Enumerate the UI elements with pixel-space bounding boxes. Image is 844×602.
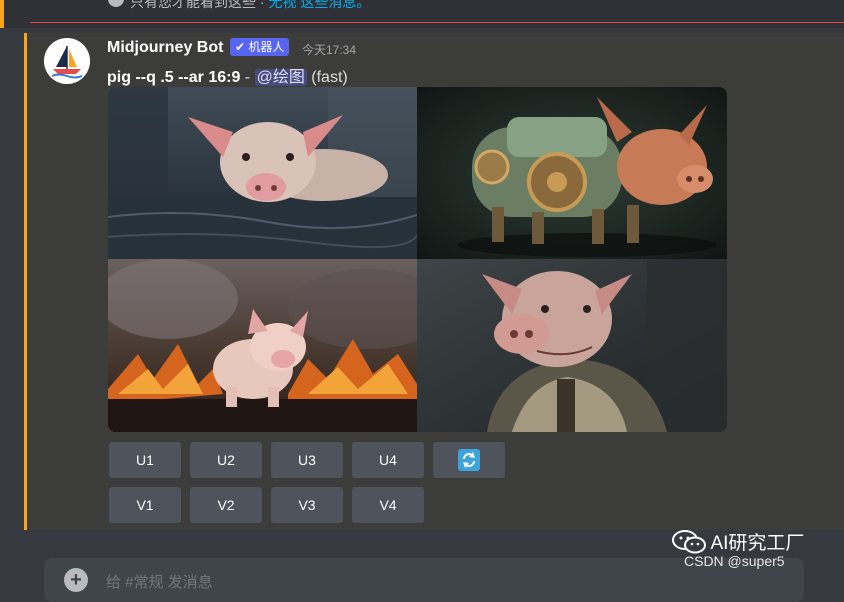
bot-avatar[interactable] — [44, 38, 90, 84]
eye-icon — [108, 0, 124, 7]
prompt-text: pig --q .5 --ar 16:9 — [107, 69, 241, 86]
bot-message: Midjourney Bot ✔ 机器人 今天17:34 pig --q .5 … — [24, 33, 844, 530]
message-timestamp: 今天17:34 — [302, 43, 357, 57]
u2-button[interactable]: U2 — [190, 442, 262, 478]
wechat-icon — [672, 529, 706, 553]
v1-button[interactable]: V1 — [109, 487, 181, 523]
u4-button[interactable]: U4 — [352, 442, 424, 478]
notice-accent-bar — [0, 0, 4, 28]
user-mention[interactable]: @绘图 — [254, 69, 307, 86]
notice-label: 只有您才能看到这些 · — [130, 0, 269, 10]
new-messages-divider — [30, 22, 844, 23]
u1-button[interactable]: U1 — [109, 442, 181, 478]
image-steampunk-pig[interactable] — [417, 87, 727, 259]
speed-label: (fast) — [306, 69, 348, 86]
image-pig-in-vest[interactable] — [417, 259, 727, 432]
bot-badge: ✔ 机器人 — [230, 38, 290, 56]
reroll-button[interactable] — [433, 442, 505, 478]
ephemeral-notice: 只有您才能看到这些 · 无视 这些消息。 — [0, 0, 844, 28]
bot-username[interactable]: Midjourney Bot — [107, 39, 223, 57]
watermark: AI研究工厂 — [672, 528, 804, 555]
notice-text: 只有您才能看到这些 · 无视 这些消息。 — [130, 0, 370, 12]
sailboat-icon — [44, 38, 90, 84]
image-pig-in-water[interactable] — [108, 87, 417, 259]
add-attachment-icon[interactable]: + — [64, 568, 88, 592]
dismiss-link[interactable]: 无视 这些消息。 — [268, 0, 370, 10]
watermark-brand: AI研究工厂 — [710, 533, 805, 554]
u3-button[interactable]: U3 — [271, 442, 343, 478]
separator: - — [240, 69, 255, 86]
v4-button[interactable]: V4 — [352, 487, 424, 523]
image-grid[interactable] — [108, 87, 727, 432]
v3-button[interactable]: V3 — [271, 487, 343, 523]
refresh-icon — [458, 449, 480, 471]
v2-button[interactable]: V2 — [190, 487, 262, 523]
input-placeholder: 给 #常规 发消息 — [106, 574, 213, 591]
image-pig-in-fire[interactable] — [108, 259, 417, 432]
watermark-credit: CSDN @super5 — [684, 553, 785, 569]
message-content: pig --q .5 --ar 16:9 - @绘图 (fast) — [107, 63, 348, 87]
